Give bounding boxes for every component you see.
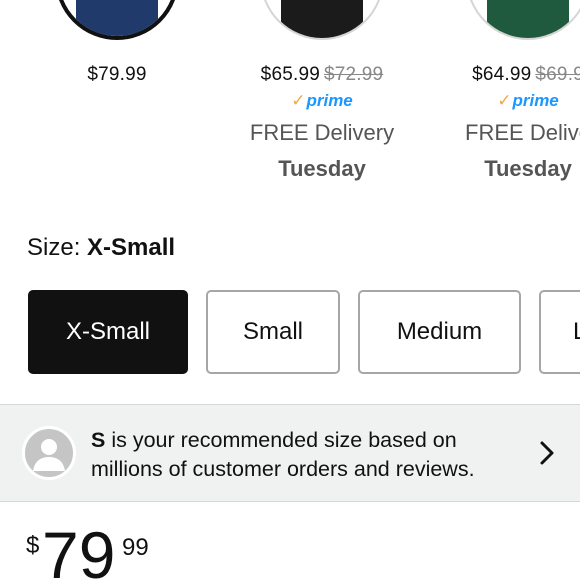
color-swatch-row: $79.99 $65.99 $72.99 ✓prime FREE Delivery… — [0, 0, 580, 200]
shirt-image — [74, 0, 160, 36]
product-page: $79.99 $65.99 $72.99 ✓prime FREE Delivery… — [0, 0, 580, 580]
price-whole: 79 — [42, 518, 116, 580]
shirt-image — [279, 0, 365, 38]
person-icon — [22, 426, 76, 480]
chevron-right-icon[interactable] — [537, 440, 557, 466]
delivery-day: Tuesday — [278, 156, 366, 181]
price-fraction: 99 — [122, 534, 149, 561]
size-option-small[interactable]: Small — [206, 290, 340, 374]
was-price: $72.99 — [324, 64, 384, 85]
swatch-thumbnail[interactable] — [260, 0, 384, 40]
swatch-price: $79.99 — [17, 64, 217, 86]
delivery-text: FREE Delivery — [249, 120, 395, 145]
size-option-large[interactable]: L — [539, 290, 580, 374]
delivery-text: FREE Delive — [465, 120, 580, 145]
prime-check-icon: ✓ — [291, 91, 306, 110]
recommended-size: S — [91, 428, 106, 452]
swatch-thumbnail[interactable] — [466, 0, 580, 40]
price-currency: $ — [26, 532, 40, 559]
swatch-price: $65.99 $72.99 — [222, 64, 422, 86]
size-label-prefix: Size: — [27, 234, 81, 261]
prime-badge: ✓prime — [222, 91, 422, 111]
size-recommendation-banner[interactable]: S is your recommended size based on mill… — [0, 404, 580, 502]
swatch-thumbnail[interactable] — [55, 0, 179, 40]
delivery-day: Tuesday — [484, 156, 572, 181]
current-price: $65.99 — [260, 64, 320, 85]
recommendation-text: S is your recommended size based on mill… — [91, 426, 531, 484]
size-label: Size: X-Small — [27, 234, 175, 262]
recommendation-message: is your recommended size based on millio… — [91, 428, 475, 481]
shirt-image — [485, 0, 571, 38]
prime-label: prime — [306, 91, 353, 110]
swatch-price: $64.99 $69.9 — [428, 64, 580, 86]
size-option-medium[interactable]: Medium — [358, 290, 521, 374]
size-option-x-small[interactable]: X-Small — [28, 290, 188, 374]
current-price: $79.99 — [87, 64, 147, 85]
was-price: $69.9 — [535, 64, 580, 85]
prime-badge: ✓prime — [428, 91, 580, 111]
size-selected-value: X-Small — [87, 234, 176, 261]
current-price: $64.99 — [472, 64, 532, 85]
prime-label: prime — [512, 91, 559, 110]
prime-check-icon: ✓ — [497, 91, 512, 110]
